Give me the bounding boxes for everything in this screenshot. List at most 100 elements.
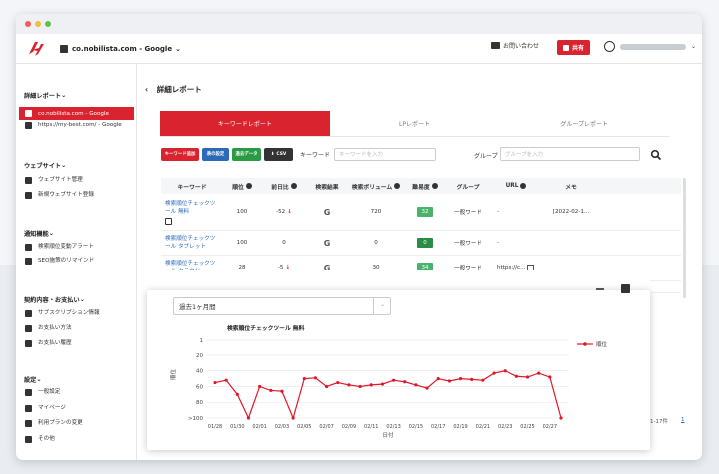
rank-data-point (246, 416, 251, 420)
url-text[interactable]: - (497, 240, 499, 246)
sidebar-item[interactable]: 検索順位変動アラート (19, 243, 134, 251)
minimize-icon[interactable] (596, 288, 604, 290)
period-select-divider (373, 297, 374, 315)
google-icon[interactable]: G (324, 208, 331, 217)
url-text[interactable]: - (497, 209, 499, 215)
table-row[interactable]: 検索順位チェックツ ール タブレット 100 0 G 0 0 一般ワード - (161, 231, 681, 256)
collapse-sidebar-icon[interactable]: « (120, 456, 127, 460)
sidebar-item[interactable]: 一般設定 (19, 388, 134, 396)
x-tick-label: 02/11 (364, 424, 378, 430)
sidebar-section-heading[interactable]: 設定 ⌄ (16, 374, 42, 384)
sidebar-item[interactable]: ウェブサイト管理 (19, 176, 134, 184)
help-icon[interactable] (431, 183, 438, 189)
csv-button[interactable]: ⬇ CSV (264, 147, 293, 161)
site-selector[interactable]: co.nobilista.com - Google ⌄ (60, 44, 181, 53)
search-icon[interactable] (650, 149, 662, 161)
sidebar-section-heading[interactable]: 詳細レポート ⌄ (16, 90, 66, 100)
keyword-link-text[interactable]: ール タブレット (165, 243, 206, 251)
memo-cell[interactable]: [2022-02-1... (541, 209, 601, 215)
tab-group-report[interactable]: グループレポート (499, 111, 669, 136)
help-icon[interactable] (394, 183, 401, 189)
column-header[interactable]: URL (491, 183, 541, 189)
edit-icon[interactable] (165, 217, 172, 225)
url-cell[interactable]: - (491, 240, 541, 246)
past-data-button[interactable]: 過去データ (232, 147, 261, 161)
table-header: キーワード 順位 前日比 検索結果 検索ボリューム 難易度 グループ URL メモ (161, 178, 681, 194)
back-chevron-icon[interactable]: ‹ (145, 85, 148, 94)
column-header[interactable]: グループ (445, 182, 491, 191)
sidebar-item[interactable]: 新規ウェブサイト登録 (19, 191, 134, 199)
x-tick-label: 02/19 (453, 424, 467, 430)
sidebar-item[interactable]: お支払い履歴 (19, 339, 134, 347)
add-keyword-button[interactable]: キーワード追加 (161, 147, 199, 161)
table-row[interactable]: 検索順位チェックツ ール 無料 100 -52 ↓ G 720 32 一般ワード - [2022-0… (161, 194, 681, 231)
user-menu[interactable]: ⌄ (604, 41, 696, 52)
keyword-cell[interactable]: 検索順位チェックツ ール 無料 (161, 200, 223, 225)
sidebar-item[interactable]: マイページ (19, 404, 134, 412)
google-icon[interactable]: G (324, 239, 331, 248)
keyword-link-text[interactable]: 検索順位チェックツ (165, 260, 215, 268)
sidebar-item-label: サブスクリプション情報 (38, 310, 100, 316)
google-result-cell[interactable]: G (307, 208, 347, 217)
contact-link[interactable]: お問い合わせ (491, 41, 539, 50)
sidebar-item[interactable]: 利用プランの変更 (19, 419, 134, 427)
x-tick-label: 02/17 (431, 424, 445, 430)
contact-label: お問い合わせ (503, 43, 540, 50)
sidebar-section-heading[interactable]: 通知機能 ⌄ (16, 228, 54, 238)
group-cell: 一般ワード (454, 241, 482, 247)
maximize-icon[interactable] (621, 284, 630, 293)
rank-data-point (514, 374, 518, 378)
column-header[interactable]: メモ (541, 182, 601, 191)
sidebar-item[interactable]: お支払い方法 (19, 324, 134, 332)
y-tick-label: 40 (196, 369, 203, 375)
sidebar-item[interactable]: co.nobilista.com - Google (19, 107, 134, 120)
google-result-cell[interactable]: G (307, 239, 347, 248)
period-select[interactable]: 過去1ヶ月間 (173, 297, 391, 315)
refresh-icon (25, 420, 32, 427)
column-header[interactable]: 検索結果 (307, 182, 347, 191)
y-tick-label: 60 (196, 384, 203, 390)
mail-icon (491, 42, 500, 49)
help-icon[interactable] (290, 183, 297, 189)
minimize-dot-icon[interactable] (35, 21, 41, 27)
group-filter-input[interactable]: グループを入力 (500, 147, 640, 161)
column-header[interactable]: キーワード (161, 182, 223, 191)
table-settings-button[interactable]: 表の設定 (202, 147, 229, 161)
logo-icon[interactable] (26, 39, 46, 59)
tab-keyword-report[interactable]: キーワードレポート (160, 111, 330, 136)
zoom-dot-icon[interactable] (45, 21, 51, 27)
site-icon (60, 44, 68, 53)
column-header[interactable]: 検索ボリューム (347, 182, 405, 191)
column-header[interactable]: 難易度 (405, 182, 445, 191)
keyword-filter-input[interactable]: キーワードを入力 (334, 147, 437, 161)
x-tick-label: 02/13 (386, 424, 400, 430)
table-scrollbar[interactable] (683, 178, 686, 298)
chevron-down-icon: ⌄ (61, 161, 67, 169)
diff-value: 0 (282, 240, 286, 246)
list-icon (25, 340, 32, 347)
help-icon[interactable] (245, 183, 252, 189)
url-cell[interactable]: - (491, 209, 541, 215)
sidebar-item[interactable]: https://my-best.com/ - Google (19, 121, 134, 129)
x-tick-label: 01/30 (230, 424, 244, 430)
share-icon (562, 44, 569, 51)
close-dot-icon[interactable] (25, 21, 31, 27)
sidebar-item[interactable]: サブスクリプション情報 (19, 309, 134, 317)
keyword-link-text[interactable]: 検索順位チェックツ (165, 235, 215, 243)
keyword-link-text[interactable]: ール 無料 (165, 208, 189, 216)
share-button[interactable]: 共有 (557, 40, 590, 55)
sidebar-item[interactable]: その他 (19, 435, 134, 443)
keyword-link-text[interactable]: 検索順位チェックツ (165, 200, 215, 208)
sidebar-section-heading[interactable]: ウェブサイト ⌄ (16, 160, 66, 170)
column-header[interactable]: 順位 (223, 182, 261, 191)
tab-lp-report[interactable]: LPレポート (330, 111, 500, 136)
page-link[interactable]: 1 (681, 417, 685, 423)
sidebar-item[interactable]: SEO施策のリマインド (19, 257, 134, 265)
column-header[interactable]: 前日比 (261, 182, 307, 191)
help-icon[interactable] (520, 183, 527, 189)
sidebar-section-heading[interactable]: 契約内容・お支払い ⌄ (16, 294, 85, 304)
chart-popup-header (147, 270, 650, 290)
rank-data-point (358, 384, 362, 389)
keyword-cell[interactable]: 検索順位チェックツ ール タブレット (161, 235, 223, 251)
rank-data-point (380, 382, 385, 386)
